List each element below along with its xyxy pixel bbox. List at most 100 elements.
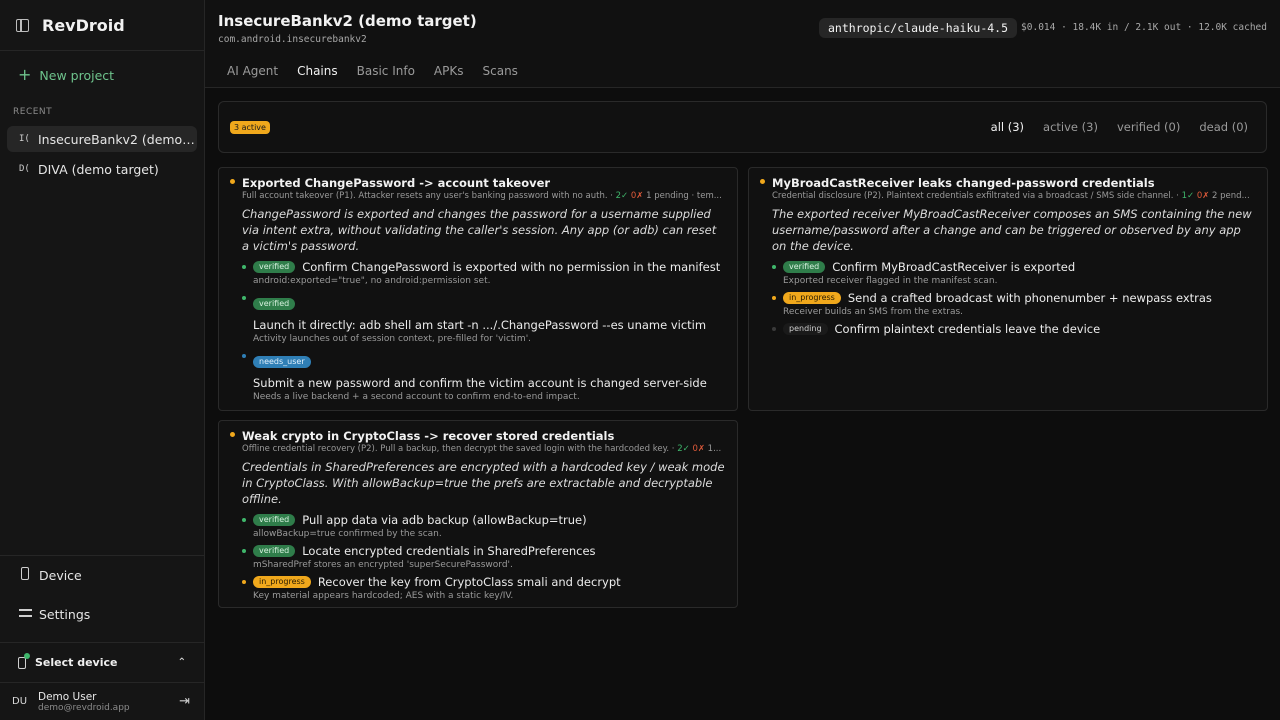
filter-dead[interactable]: dead (0)	[1199, 120, 1248, 134]
status-badge: in_progress	[783, 292, 841, 304]
sliders-icon	[18, 607, 32, 622]
chain-summary-rest: 2 pend...	[1209, 191, 1250, 201]
sidebar-project-diva[interactable]: D( DIVA (demo target)	[7, 156, 197, 182]
filter-all[interactable]: all (3)	[991, 120, 1024, 134]
chain-title-row: MyBroadCastReceiver leaks changed-passwo…	[760, 176, 1255, 190]
project-icon: I(	[19, 134, 30, 144]
failed-count: 0✗	[692, 444, 705, 454]
step-note: Key material appears hardcoded; AES with…	[253, 591, 514, 601]
tab-scans[interactable]: Scans	[483, 64, 518, 78]
chain-card[interactable]: Exported ChangePassword -> account takeo…	[218, 167, 738, 411]
step-note: Needs a live backend + a second account …	[253, 392, 580, 402]
new-project-button[interactable]: + New project	[0, 66, 204, 84]
topbar: InsecureBankv2 (demo target) com.android…	[205, 0, 1280, 88]
sidebar-toggle-icon[interactable]	[16, 18, 29, 32]
main: InsecureBankv2 (demo target) com.android…	[205, 0, 1280, 720]
chain-summary-text: Offline credential recovery (P2). Pull a…	[242, 444, 678, 454]
usage-stats: $0.014 · 18.4K in / 2.1K out · 12.0K cac…	[1021, 22, 1267, 33]
sidebar-item-device[interactable]: Device	[0, 564, 204, 587]
chain-summary-rest: 1...	[704, 444, 722, 454]
chain-title: Exported ChangePassword -> account takeo…	[242, 176, 551, 190]
verified-count: 2✓	[677, 444, 690, 454]
chain-status-dot	[760, 178, 765, 184]
status-badge: verified	[783, 261, 826, 273]
sidebar-project-insecurebankv2[interactable]: I( InsecureBankv2 (demo t...	[7, 126, 197, 152]
sidebar-nav: Device Settings	[0, 555, 204, 626]
chain-card[interactable]: MyBroadCastReceiver leaks changed-passwo…	[748, 167, 1268, 411]
verified-count: 2✓	[615, 191, 629, 201]
user-name: Demo User	[38, 690, 97, 703]
step-row: verified Confirm ChangePassword is export…	[253, 260, 725, 274]
step-dot	[242, 518, 246, 522]
filter-tabs: all (3) active (3) verified (0) dead (0)	[991, 120, 1248, 134]
filter-bar: 3 active all (3) active (3) verified (0)…	[218, 101, 1267, 153]
tab-chains[interactable]: Chains	[297, 64, 338, 78]
chain-status-dot	[230, 431, 235, 437]
sidebar-header: RevDroid	[0, 0, 204, 51]
phone-icon	[18, 567, 32, 584]
step-note: mSharedPref stores an encrypted 'superSe…	[253, 560, 513, 570]
step-dot	[242, 265, 246, 269]
chain-status-dot	[230, 178, 235, 184]
chain-summary-text: Full account takeover (P1). Attacker res…	[242, 191, 616, 201]
step-dot	[242, 549, 246, 553]
step-row: needs_user Submit a new password and conf…	[253, 349, 725, 390]
chain-summary: Credential disclosure (P2). Plaintext cr…	[772, 191, 1255, 201]
step-row: pending Confirm plaintext credentials lea…	[783, 322, 1255, 336]
status-badge: pending	[783, 323, 828, 335]
model-selector[interactable]: anthropic/claude-haiku-4.5	[819, 18, 1018, 38]
select-device-button[interactable]: Select device ⌃	[0, 642, 204, 682]
chevron-up-icon: ⌃	[177, 657, 186, 668]
sidebar-item-settings[interactable]: Settings	[0, 603, 204, 626]
chain-step: verified Pull app data via adb backup (al…	[242, 513, 725, 539]
sidebar-bottom: Device Settings Select device ⌃ DU Demo …	[0, 555, 204, 720]
step-note: allowBackup=true confirmed by the scan.	[253, 529, 442, 539]
status-badge: verified	[253, 545, 296, 557]
brand-name: RevDroid	[42, 15, 125, 35]
step-row: verified Locate encrypted credentials in …	[253, 544, 725, 558]
chain-description: Credentials in SharedPreferences are enc…	[242, 460, 725, 506]
chain-step: in_progress Recover the key from CryptoCl…	[242, 575, 725, 601]
chains-content: 3 active all (3) active (3) verified (0)…	[205, 88, 1280, 720]
chain-step: verified Confirm ChangePassword is export…	[242, 260, 725, 286]
status-badge: verified	[253, 261, 296, 273]
chain-summary-text: Credential disclosure (P2). Plaintext cr…	[772, 191, 1182, 201]
tab-ai-agent[interactable]: AI Agent	[227, 64, 278, 78]
tab-basic-info[interactable]: Basic Info	[357, 64, 415, 78]
chain-title-row: Exported ChangePassword -> account takeo…	[230, 176, 725, 190]
recent-label: RECENT	[13, 107, 53, 117]
step-label: Confirm MyBroadCastReceiver is exported	[832, 260, 1076, 274]
chain-step: pending Confirm plaintext credentials lea…	[772, 322, 1255, 336]
chain-step: needs_user Submit a new password and conf…	[242, 349, 725, 402]
step-dot	[242, 296, 246, 300]
filter-verified[interactable]: verified (0)	[1117, 120, 1180, 134]
step-row: verified Launch it directly: adb shell am…	[253, 291, 725, 332]
plus-icon: +	[18, 65, 32, 84]
package-name: com.android.insecurebankv2	[218, 34, 367, 45]
chain-summary: Full account takeover (P1). Attacker res…	[242, 191, 725, 201]
chain-description: ChangePassword is exported and changes t…	[242, 207, 717, 253]
status-badge: in_progress	[253, 576, 311, 588]
sidebar: RevDroid + New project RECENT I( Insecur…	[0, 0, 205, 720]
step-label: Confirm ChangePassword is exported with …	[302, 260, 721, 274]
user-panel: DU Demo User demo@revdroid.app ⇥	[0, 682, 204, 720]
step-label: Submit a new password and confirm the vi…	[253, 376, 707, 390]
step-label: Confirm plaintext credentials leave the …	[834, 322, 1101, 336]
step-note: Exported receiver flagged in the manifes…	[783, 276, 998, 286]
logout-icon[interactable]: ⇥	[179, 694, 190, 709]
select-device-label: Select device	[35, 656, 118, 669]
tab-apks[interactable]: APKs	[434, 64, 464, 78]
chain-step: verified Launch it directly: adb shell am…	[242, 291, 725, 344]
failed-count: 0✗	[1196, 191, 1210, 201]
app-root: RevDroid + New project RECENT I( Insecur…	[0, 0, 1280, 720]
avatar: DU	[12, 696, 28, 707]
step-row: in_progress Recover the key from CryptoCl…	[253, 575, 725, 589]
chain-card[interactable]: Weak crypto in CryptoClass -> recover st…	[218, 420, 738, 608]
chain-summary-rest: 1 pending · tem...	[643, 191, 722, 201]
step-row: verified Confirm MyBroadCastReceiver is e…	[783, 260, 1255, 274]
status-badge: needs_user	[253, 356, 311, 368]
filter-active[interactable]: active (3)	[1043, 120, 1098, 134]
step-label: Locate encrypted credentials in SharedPr…	[302, 544, 596, 558]
step-dot	[772, 265, 776, 269]
chain-step: verified Confirm MyBroadCastReceiver is e…	[772, 260, 1255, 286]
